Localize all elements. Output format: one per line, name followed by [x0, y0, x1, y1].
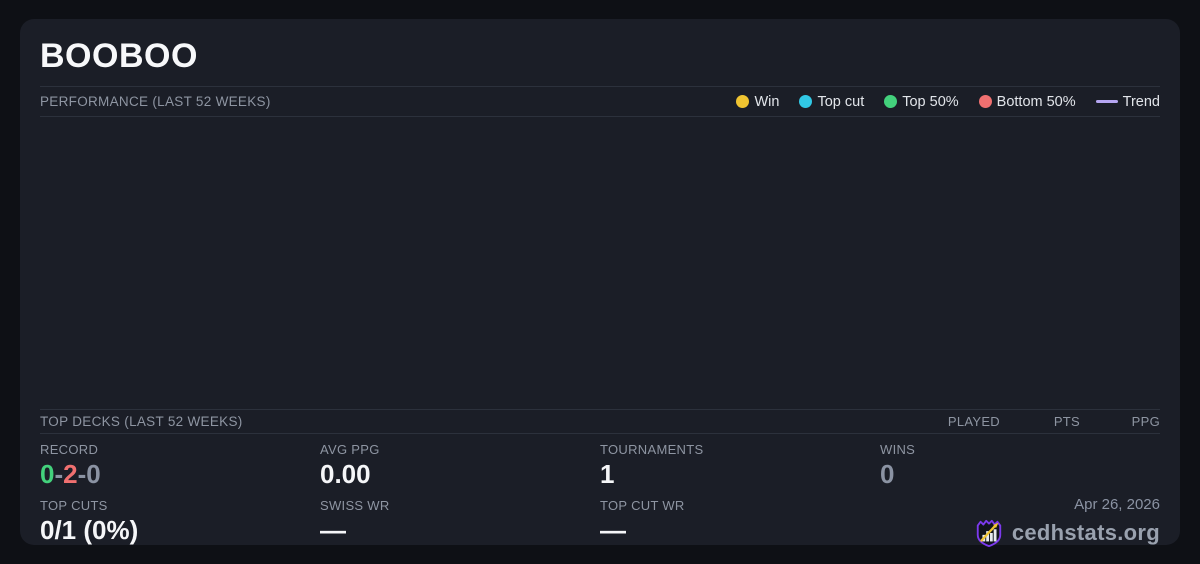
record-draws: 0: [86, 459, 101, 489]
record-wins: 0: [40, 459, 55, 489]
performance-chart: [40, 117, 1160, 409]
card-date: Apr 26, 2026: [1074, 496, 1160, 513]
column-header-ppg: PPG: [1131, 414, 1160, 429]
swiss-wr-value: —: [320, 515, 346, 545]
stat-tournaments: TOURNAMENTS 1: [600, 434, 880, 490]
stat-label: SWISS WR: [320, 498, 390, 513]
legend-label: Top cut: [817, 93, 865, 110]
stat-label: AVG PPG: [320, 442, 380, 457]
record-losses: 2: [63, 459, 78, 489]
stat-top-cuts: TOP CUTS 0/1 (0%): [40, 490, 320, 546]
stat-label: TOP CUT WR: [600, 498, 685, 513]
column-header-pts: PTS: [1053, 414, 1080, 429]
win-dot-icon: [736, 95, 750, 108]
performance-header-row: PERFORMANCE (LAST 52 WEEKS) Win Top cut …: [40, 86, 1160, 117]
record-separator: -: [54, 459, 64, 489]
top50-dot-icon: [884, 95, 898, 108]
top-decks-header-row: TOP DECKS (LAST 52 WEEKS) PLAYED PTS PPG: [40, 409, 1160, 434]
avg-ppg-value: 0.00: [320, 459, 371, 489]
top-cuts-value: 0/1 (0%): [40, 515, 139, 545]
column-header-played: PLAYED: [947, 414, 1000, 429]
stat-label: WINS: [880, 442, 916, 457]
stats-summary-grid: RECORD 0-2-0 AVG PPG 0.00 TOURNAMENTS 1 …: [40, 434, 1160, 549]
brand-row: cedhstats.org: [880, 517, 1160, 549]
stat-avg-ppg: AVG PPG 0.00: [320, 434, 600, 490]
chart-legend: Win Top cut Top 50% Bottom 50% Trend: [736, 94, 1160, 110]
stat-record: RECORD 0-2-0: [40, 434, 320, 490]
brand-wordmark: cedhstats.org: [1011, 520, 1160, 545]
footer-brand-block: Apr 26, 2026 cedhstats.org: [880, 490, 1160, 549]
wins-value: 0: [880, 459, 895, 489]
top-cut-wr-value: —: [600, 515, 626, 545]
stat-label: TOP CUTS: [40, 498, 108, 513]
stat-wins: WINS 0: [880, 434, 1160, 490]
top-decks-heading: TOP DECKS (LAST 52 WEEKS): [40, 414, 243, 429]
legend-item-trend: Trend: [1095, 93, 1160, 110]
record-value: 0-2-0: [40, 459, 320, 490]
cedhstats-shield-logo-icon: [976, 519, 1002, 548]
performance-heading: PERFORMANCE (LAST 52 WEEKS): [40, 94, 271, 109]
top-decks-column-headers: PLAYED PTS PPG: [920, 414, 1160, 429]
stat-swiss-wr: SWISS WR —: [320, 490, 600, 546]
legend-label: Top 50%: [902, 93, 959, 110]
bottom50-dot-icon: [978, 95, 992, 108]
legend-label: Win: [754, 93, 780, 110]
legend-item-top50: Top 50%: [884, 93, 959, 110]
trend-line-icon: [1095, 100, 1118, 103]
legend-item-win: Win: [736, 94, 779, 110]
legend-label: Trend: [1122, 93, 1160, 110]
tournaments-value: 1: [600, 459, 615, 489]
record-separator: -: [77, 459, 87, 489]
topcut-dot-icon: [799, 95, 813, 108]
stat-top-cut-wr: TOP CUT WR —: [600, 490, 880, 546]
legend-item-topcut: Top cut: [799, 94, 864, 110]
stat-label: TOURNAMENTS: [600, 442, 704, 457]
player-name-title: BOOBOO: [40, 37, 198, 75]
legend-item-bottom50: Bottom 50%: [978, 93, 1076, 110]
legend-label: Bottom 50%: [996, 93, 1076, 110]
player-stats-card: BOOBOO PERFORMANCE (LAST 52 WEEKS) Win T…: [20, 19, 1180, 549]
stat-label: RECORD: [40, 442, 99, 457]
